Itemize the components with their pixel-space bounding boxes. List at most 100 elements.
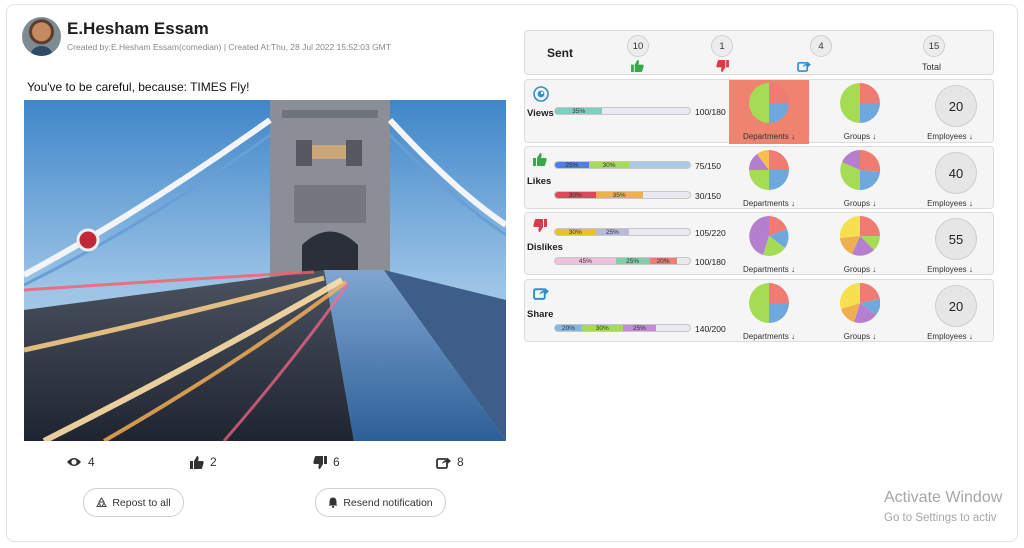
bar-segment: 25% xyxy=(622,325,657,331)
departments-caption: Departments ↓ xyxy=(742,199,796,208)
bar-segment: 25% xyxy=(595,229,630,235)
employees-count: 55 xyxy=(935,218,977,260)
share-row: Share 20% 30% 25% 140/200 Departments ↓ … xyxy=(524,279,994,342)
dislikes-employees[interactable]: 55 Employees ↓ xyxy=(910,213,990,277)
post-meta: Created by:E.Hesham Essam(comedian) | Cr… xyxy=(67,42,391,52)
share-employees[interactable]: 20 Employees ↓ xyxy=(910,280,990,344)
resend-notification-button[interactable]: Resend notification xyxy=(315,488,446,517)
share-departments-chart[interactable]: Departments ↓ xyxy=(729,280,809,344)
views-count: 4 xyxy=(88,455,95,469)
thumbs-down-icon xyxy=(716,60,729,72)
post-image xyxy=(24,100,506,441)
share-progress-bar: 20% 30% 25% xyxy=(554,324,691,332)
departments-pie xyxy=(749,83,789,123)
bar-segment: 25% xyxy=(555,162,589,168)
likes-employees[interactable]: 40 Employees ↓ xyxy=(910,147,990,211)
share-icon xyxy=(533,287,549,300)
departments-pie xyxy=(749,216,789,256)
dislikes-groups-chart[interactable]: Groups ↓ xyxy=(820,213,900,277)
departments-pie xyxy=(749,283,789,323)
share-icon xyxy=(797,61,811,72)
bar-segment: 30% xyxy=(588,162,630,168)
dislikes-stat: 6 xyxy=(313,455,340,469)
groups-pie xyxy=(840,83,880,123)
views-ratio: 100/180 xyxy=(695,107,726,117)
sent-total-count: 15 xyxy=(923,35,945,57)
views-departments-chart[interactable]: Departments ↓ xyxy=(729,80,809,144)
views-progress-bar: 35% xyxy=(554,107,691,115)
thumbs-down-icon xyxy=(533,219,547,232)
views-stat: 4 xyxy=(66,455,95,469)
bar-segment: 20% xyxy=(555,325,582,331)
likes-count: 2 xyxy=(210,455,217,469)
bar-segment: 30% xyxy=(582,325,623,331)
likes-ratio-2: 30/150 xyxy=(695,191,721,201)
thumbs-down-icon xyxy=(313,455,327,469)
eye-icon xyxy=(67,458,81,466)
thumbs-up-icon xyxy=(190,455,204,469)
bar-segment: 20% xyxy=(649,258,677,264)
dislikes-row: Dislikes 30% 25% 105/220 45% 25% 20% 100… xyxy=(524,212,994,275)
sent-likes-count: 10 xyxy=(627,35,649,57)
groups-caption: Groups ↓ xyxy=(843,332,877,341)
departments-pie xyxy=(749,150,789,190)
departments-caption: Departments ↓ xyxy=(742,332,796,341)
share-label: Share xyxy=(527,309,554,320)
dislikes-label: Dislikes xyxy=(527,242,563,253)
views-groups-chart[interactable]: Groups ↓ xyxy=(820,80,900,144)
thumbs-up-icon xyxy=(533,153,547,166)
departments-caption: Departments ↓ xyxy=(742,265,796,274)
dislikes-departments-chart[interactable]: Departments ↓ xyxy=(729,213,809,277)
sent-label: Sent xyxy=(547,46,574,60)
views-row: Views 35% 100/180 Departments ↓ Groups ↓… xyxy=(524,79,994,144)
likes-stat: 2 xyxy=(190,455,217,469)
sent-shares-count: 4 xyxy=(810,35,832,57)
employees-count: 40 xyxy=(935,152,977,194)
share-ratio: 140/200 xyxy=(695,324,726,334)
dislikes-ratio-2: 100/180 xyxy=(695,257,726,267)
bar-segment: 45% xyxy=(555,258,616,264)
groups-pie xyxy=(840,150,880,190)
activate-windows-title: Activate Window xyxy=(884,489,1003,506)
shares-count: 8 xyxy=(457,455,464,469)
groups-pie xyxy=(840,283,880,323)
employees-count: 20 xyxy=(935,285,977,327)
groups-caption: Groups ↓ xyxy=(843,199,877,208)
author-name: E.Hesham Essam xyxy=(67,19,209,38)
dislikes-count: 6 xyxy=(333,455,340,469)
avatar xyxy=(22,17,61,56)
likes-progress-bar-1: 25% 30% xyxy=(554,161,691,169)
employees-caption: Employees ↓ xyxy=(927,332,973,341)
views-employees[interactable]: 20 Employees ↓ xyxy=(910,80,990,144)
share-icon xyxy=(436,457,451,469)
dislikes-ratio-1: 105/220 xyxy=(695,228,726,238)
likes-progress-bar-2: 30% 35% xyxy=(554,191,691,199)
recycle-icon xyxy=(96,497,108,507)
post-text: You've to be careful, because: TIMES Fly… xyxy=(27,80,250,94)
bar-segment: 35% xyxy=(595,192,643,198)
dislikes-progress-bar-1: 30% 25% xyxy=(554,228,691,236)
shares-stat: 8 xyxy=(436,455,464,469)
bar-segment: 35% xyxy=(555,108,603,114)
sent-dislikes-count: 1 xyxy=(711,35,733,57)
repost-button[interactable]: Repost to all xyxy=(83,488,184,517)
employees-count: 20 xyxy=(935,85,977,127)
share-groups-chart[interactable]: Groups ↓ xyxy=(820,280,900,344)
dislikes-progress-bar-2: 45% 25% 20% xyxy=(554,257,691,265)
bar-segment: 30% xyxy=(555,192,596,198)
likes-row: Likes 25% 30% 75/150 30% 35% 30/150 Depa… xyxy=(524,146,994,209)
sent-summary: Sent 10 1 4 15 Total xyxy=(524,30,994,75)
resend-label: Resend notification xyxy=(343,496,433,509)
activate-windows-subtitle: Go to Settings to activ xyxy=(884,512,997,524)
bar-segment: 25% xyxy=(615,258,650,264)
likes-label: Likes xyxy=(527,176,552,187)
eye-circle-icon xyxy=(533,86,549,102)
thumbs-up-icon xyxy=(631,60,644,72)
bar-segment: 30% xyxy=(555,229,596,235)
likes-groups-chart[interactable]: Groups ↓ xyxy=(820,147,900,211)
employees-caption: Employees ↓ xyxy=(927,265,973,274)
bell-icon xyxy=(328,497,338,508)
likes-departments-chart[interactable]: Departments ↓ xyxy=(729,147,809,211)
groups-caption: Groups ↓ xyxy=(843,132,877,141)
total-label: Total xyxy=(922,62,942,72)
